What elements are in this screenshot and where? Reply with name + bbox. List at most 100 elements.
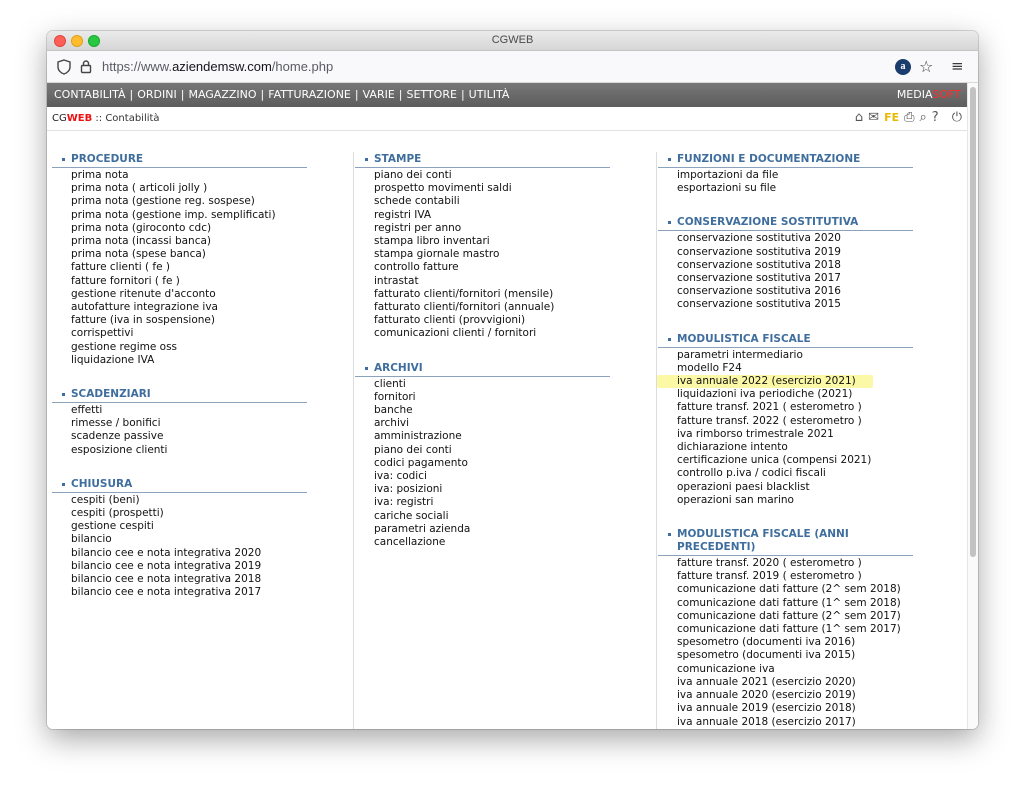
menu-link[interactable]: parametri intermediario: [677, 349, 913, 362]
menu-link[interactable]: fatture clienti ( fe ): [71, 261, 307, 274]
menu-link[interactable]: registri IVA: [374, 209, 610, 222]
menu-link[interactable]: prima nota (gestione imp. semplificati): [71, 209, 307, 222]
menu-link[interactable]: fatture transf. 2019 ( esterometro ): [677, 570, 913, 583]
search-icon[interactable]: ⌕: [920, 111, 927, 125]
menu-link[interactable]: amministrazione: [374, 430, 610, 443]
menu-link[interactable]: conservazione sostitutiva 2019: [677, 246, 913, 259]
menu-link[interactable]: esposizione clienti: [71, 444, 307, 457]
extension-icon[interactable]: a: [895, 59, 911, 75]
nav-item-fatturazione[interactable]: FATTURAZIONE: [268, 88, 351, 101]
nav-item-varie[interactable]: VARIE: [363, 88, 395, 101]
menu-link[interactable]: spesometro (documenti iva 2015): [677, 649, 913, 662]
fe-button[interactable]: FE: [884, 111, 899, 125]
menu-link[interactable]: iva annuale 2021 (esercizio 2020): [677, 676, 913, 689]
menu-link[interactable]: gestione regime oss: [71, 341, 307, 354]
menu-link[interactable]: controllo p.iva / codici fiscali: [677, 467, 913, 480]
nav-item-magazzino[interactable]: MAGAZZINO: [188, 88, 256, 101]
menu-link[interactable]: registri per anno: [374, 222, 610, 235]
menu-link[interactable]: fornitori: [374, 391, 610, 404]
menu-link[interactable]: prima nota: [71, 169, 307, 182]
menu-link[interactable]: certificazione unica (compensi 2021): [677, 454, 913, 467]
shield-icon[interactable]: [57, 59, 71, 75]
menu-link[interactable]: cespiti (beni): [71, 494, 307, 507]
menu-link[interactable]: banche: [374, 404, 610, 417]
menu-link[interactable]: gestione cespiti: [71, 520, 307, 533]
menu-link[interactable]: operazioni paesi blacklist: [677, 481, 913, 494]
menu-link[interactable]: comunicazione dati fatture (1^ sem 2018): [677, 597, 913, 610]
menu-link[interactable]: scadenze passive: [71, 430, 307, 443]
menu-link[interactable]: fatture transf. 2021 ( esterometro ): [677, 401, 913, 414]
menu-link[interactable]: prima nota (giroconto cdc): [71, 222, 307, 235]
print-icon[interactable]: ⎙: [904, 111, 914, 125]
lock-icon[interactable]: [80, 59, 92, 74]
menu-link[interactable]: bilancio cee e nota integrativa 2018: [71, 573, 307, 586]
menu-link[interactable]: comunicazione iva: [677, 663, 913, 676]
logout-icon[interactable]: ⏻: [952, 111, 962, 125]
bookmark-star-icon[interactable]: ☆: [919, 57, 933, 76]
menu-link[interactable]: iva: registri: [374, 496, 610, 509]
menu-link[interactable]: fatture transf. 2020 ( esterometro ): [677, 557, 913, 570]
help-icon[interactable]: ?: [932, 111, 939, 125]
menu-link[interactable]: iva: posizioni: [374, 483, 610, 496]
menu-link[interactable]: importazioni da file: [677, 169, 913, 182]
menu-link[interactable]: liquidazioni iva periodiche (2021): [677, 388, 913, 401]
menu-link[interactable]: comunicazione dati fatture (1^ sem 2017): [677, 623, 913, 636]
menu-link[interactable]: fatturato clienti/fornitori (mensile): [374, 288, 610, 301]
hamburger-menu-icon[interactable]: ≡: [951, 57, 964, 75]
menu-link[interactable]: fatturato clienti (provvigioni): [374, 314, 610, 327]
mail-icon[interactable]: ✉: [868, 111, 879, 125]
menu-link[interactable]: iva: codici: [374, 470, 610, 483]
menu-link[interactable]: prima nota ( articoli jolly ): [71, 182, 307, 195]
menu-link[interactable]: modello F24: [677, 362, 913, 375]
menu-link[interactable]: dichiarazione intento: [677, 441, 913, 454]
menu-link[interactable]: intrastat: [374, 275, 610, 288]
page-scrollbar[interactable]: [967, 83, 978, 729]
menu-link[interactable]: bilancio: [71, 533, 307, 546]
menu-link[interactable]: comunicazione dati fatture (2^ sem 2017): [677, 610, 913, 623]
menu-link[interactable]: iva rimborso trimestrale 2021: [677, 428, 913, 441]
menu-link[interactable]: prima nota (spese banca): [71, 248, 307, 261]
menu-link[interactable]: liquidazione IVA: [71, 354, 307, 367]
nav-item-settore[interactable]: SETTORE: [407, 88, 457, 101]
menu-link[interactable]: bilancio cee e nota integrativa 2019: [71, 560, 307, 573]
menu-link[interactable]: rimesse / bonifici: [71, 417, 307, 430]
menu-link[interactable]: piano dei conti: [374, 444, 610, 457]
menu-link[interactable]: piano dei conti: [374, 169, 610, 182]
nav-item-utilit[interactable]: UTILITÀ: [469, 88, 510, 101]
menu-link[interactable]: bilancio cee e nota integrativa 2020: [71, 547, 307, 560]
menu-link[interactable]: archivi: [374, 417, 610, 430]
menu-link[interactable]: parametri azienda: [374, 523, 610, 536]
menu-link[interactable]: stampa giornale mastro: [374, 248, 610, 261]
menu-link[interactable]: iva annuale 2020 (esercizio 2019): [677, 689, 913, 702]
menu-link[interactable]: prima nota (gestione reg. sospese): [71, 195, 307, 208]
menu-link[interactable]: operazioni san marino: [677, 494, 913, 507]
menu-link[interactable]: comunicazione dati fatture (2^ sem 2018): [677, 583, 913, 596]
menu-link[interactable]: gestione ritenute d'acconto: [71, 288, 307, 301]
menu-link[interactable]: iva annuale 2019 (esercizio 2018): [677, 702, 913, 715]
menu-link[interactable]: effetti: [71, 404, 307, 417]
menu-link[interactable]: cespiti (prospetti): [71, 507, 307, 520]
menu-link[interactable]: spesometro (documenti iva 2016): [677, 636, 913, 649]
menu-link[interactable]: iva annuale 2018 (esercizio 2017): [677, 716, 913, 729]
nav-item-ordini[interactable]: ORDINI: [137, 88, 177, 101]
menu-link[interactable]: comunicazioni clienti / fornitori: [374, 327, 610, 340]
menu-link[interactable]: fatture transf. 2022 ( esterometro ): [677, 415, 913, 428]
menu-link[interactable]: cancellazione: [374, 536, 610, 549]
menu-link[interactable]: esportazioni su file: [677, 182, 913, 195]
menu-link[interactable]: schede contabili: [374, 195, 610, 208]
address-bar[interactable]: https://www.aziendemsw.com/home.php a ☆ …: [47, 51, 978, 83]
breadcrumb-cg[interactable]: CG: [52, 113, 67, 124]
menu-link[interactable]: fatture fornitori ( fe ): [71, 275, 307, 288]
menu-link[interactable]: bilancio cee e nota integrativa 2017: [71, 586, 307, 599]
menu-link[interactable]: clienti: [374, 378, 610, 391]
menu-link[interactable]: iva annuale 2022 (esercizio 2021): [657, 375, 873, 389]
home-icon[interactable]: ⌂: [855, 111, 863, 125]
menu-link[interactable]: autofatture integrazione iva: [71, 301, 307, 314]
menu-link[interactable]: cariche sociali: [374, 510, 610, 523]
menu-link[interactable]: corrispettivi: [71, 327, 307, 340]
menu-link[interactable]: conservazione sostitutiva 2018: [677, 259, 913, 272]
nav-item-contabilit[interactable]: CONTABILITÀ: [54, 88, 126, 101]
menu-link[interactable]: prospetto movimenti saldi: [374, 182, 610, 195]
breadcrumb-web[interactable]: WEB: [67, 113, 92, 124]
menu-link[interactable]: prima nota (incassi banca): [71, 235, 307, 248]
